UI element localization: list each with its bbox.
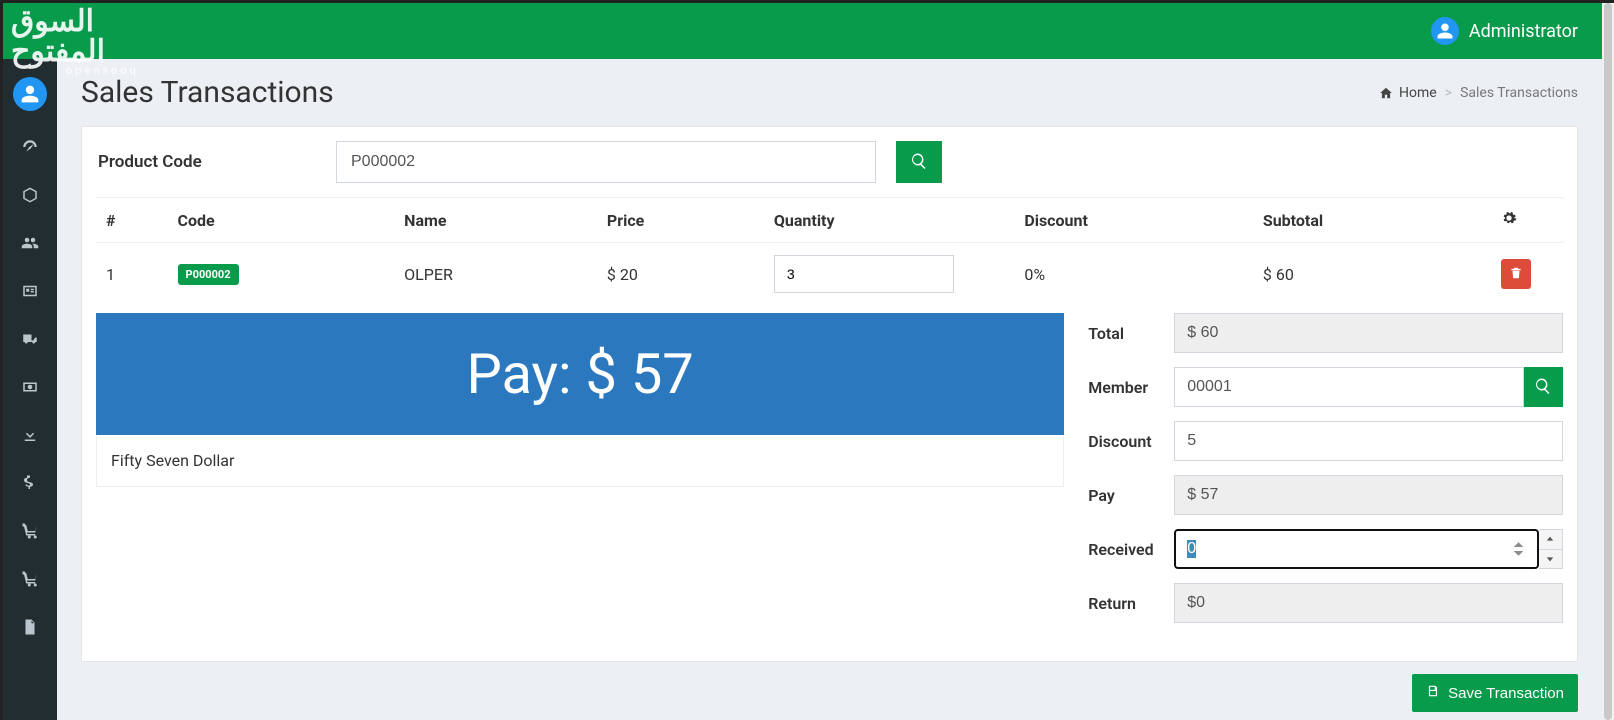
cart-icon — [21, 522, 39, 544]
total-field — [1174, 313, 1563, 353]
page-head: Sales Transactions Home > Sales Transact… — [57, 59, 1602, 118]
label-received: Received — [1088, 540, 1174, 559]
sidebar-item-download[interactable] — [3, 413, 57, 461]
cell-price: $ 20 — [597, 243, 764, 306]
th-qty: Quantity — [764, 198, 1014, 243]
save-icon — [1426, 684, 1440, 702]
sidebar-avatar[interactable] — [13, 77, 47, 111]
product-code-label: Product Code — [96, 152, 316, 172]
dollar-icon — [21, 474, 39, 496]
th-code: Code — [168, 198, 395, 243]
body-wrap: Sales Transactions Home > Sales Transact… — [3, 59, 1602, 720]
stepper-up[interactable] — [1539, 530, 1562, 550]
save-button-label: Save Transaction — [1448, 685, 1564, 702]
pay-words: Fifty Seven Dollar — [96, 435, 1064, 487]
scrollbar-gutter[interactable] — [1602, 3, 1614, 720]
dashboard-icon — [21, 138, 39, 160]
member-search-button[interactable] — [1524, 367, 1563, 407]
delete-row-button[interactable] — [1501, 259, 1531, 289]
cell-discount: 0% — [1014, 243, 1253, 306]
received-field[interactable] — [1174, 529, 1538, 569]
cube-icon — [21, 186, 39, 208]
summary-form: Total Member — [1088, 313, 1563, 637]
app-frame: السوق المفتوح opensooq Administrator — [3, 3, 1602, 720]
label-member: Member — [1088, 378, 1174, 397]
breadcrumb-current: Sales Transactions — [1460, 85, 1578, 101]
cell-name: OLPER — [394, 243, 597, 306]
sidebar-item-customers[interactable] — [3, 221, 57, 269]
lower-area: Pay: $ 57 Fifty Seven Dollar Total Membe… — [96, 313, 1563, 637]
search-icon — [910, 152, 928, 173]
label-return: Return — [1088, 594, 1174, 613]
sidebar-item-sales[interactable] — [3, 509, 57, 557]
sidebar — [3, 59, 57, 720]
search-icon — [1534, 377, 1552, 398]
pay-banner: Pay: $ 57 — [96, 313, 1064, 435]
breadcrumb: Home > Sales Transactions — [1379, 85, 1578, 101]
product-code-badge: P000002 — [178, 264, 239, 285]
sidebar-item-pricing[interactable] — [3, 461, 57, 509]
trash-icon — [1509, 266, 1523, 283]
breadcrumb-separator: > — [1445, 85, 1452, 101]
th-num: # — [96, 198, 168, 243]
cell-code: P000002 — [168, 243, 395, 306]
truck-icon — [21, 330, 39, 352]
member-field[interactable] — [1174, 367, 1524, 407]
users-icon — [21, 234, 39, 256]
sidebar-item-card[interactable] — [3, 269, 57, 317]
top-header: السوق المفتوح opensooq Administrator — [3, 3, 1602, 59]
cart-table: # Code Name Price Quantity Discount Subt… — [96, 197, 1563, 305]
sidebar-item-expense[interactable] — [3, 365, 57, 413]
watermark-line1: السوق المفتوح — [11, 7, 191, 67]
breadcrumb-home[interactable]: Home — [1379, 85, 1437, 101]
cell-num: 1 — [96, 243, 168, 306]
th-actions — [1491, 198, 1563, 243]
sidebar-item-dashboard[interactable] — [3, 125, 57, 173]
gear-icon — [1501, 211, 1517, 230]
discount-field[interactable] — [1174, 421, 1563, 461]
sidebar-item-products[interactable] — [3, 173, 57, 221]
pay-field — [1174, 475, 1563, 515]
header-username: Administrator — [1469, 21, 1578, 42]
label-total: Total — [1088, 324, 1174, 343]
cart2-icon — [21, 570, 39, 592]
save-area: Save Transaction — [57, 666, 1602, 720]
sidebar-item-reports[interactable] — [3, 605, 57, 653]
stepper-down[interactable] — [1539, 550, 1562, 569]
pay-area: Pay: $ 57 Fifty Seven Dollar — [96, 313, 1064, 487]
th-name: Name — [394, 198, 597, 243]
save-transaction-button[interactable]: Save Transaction — [1412, 674, 1578, 712]
download-icon — [21, 426, 39, 448]
return-field — [1174, 583, 1563, 623]
th-discount: Discount — [1014, 198, 1253, 243]
sidebar-item-supplier[interactable] — [3, 317, 57, 365]
received-stepper[interactable] — [1539, 529, 1563, 569]
id-card-icon — [21, 282, 39, 304]
table-header-row: # Code Name Price Quantity Discount Subt… — [96, 198, 1563, 243]
panel: Product Code # Code Name — [81, 126, 1578, 662]
product-code-search-button[interactable] — [896, 141, 942, 183]
label-pay: Pay — [1088, 486, 1174, 505]
quantity-input[interactable] — [774, 255, 954, 293]
label-discount: Discount — [1088, 432, 1174, 451]
cell-qty — [764, 243, 1014, 306]
main: Sales Transactions Home > Sales Transact… — [57, 59, 1602, 720]
table-row: 1 P000002 OLPER $ 20 0% $ 60 — [96, 243, 1563, 306]
th-subtotal: Subtotal — [1253, 198, 1492, 243]
sidebar-item-purchase[interactable] — [3, 557, 57, 605]
product-code-row: Product Code — [96, 141, 1563, 183]
cell-actions — [1491, 243, 1563, 306]
money-icon — [21, 378, 39, 400]
cell-subtotal: $ 60 — [1253, 243, 1492, 306]
file-icon — [21, 618, 39, 640]
page-title: Sales Transactions — [81, 75, 334, 110]
header-user[interactable]: Administrator — [1431, 17, 1602, 45]
user-icon — [1431, 17, 1459, 45]
product-code-input[interactable] — [336, 141, 876, 183]
th-price: Price — [597, 198, 764, 243]
